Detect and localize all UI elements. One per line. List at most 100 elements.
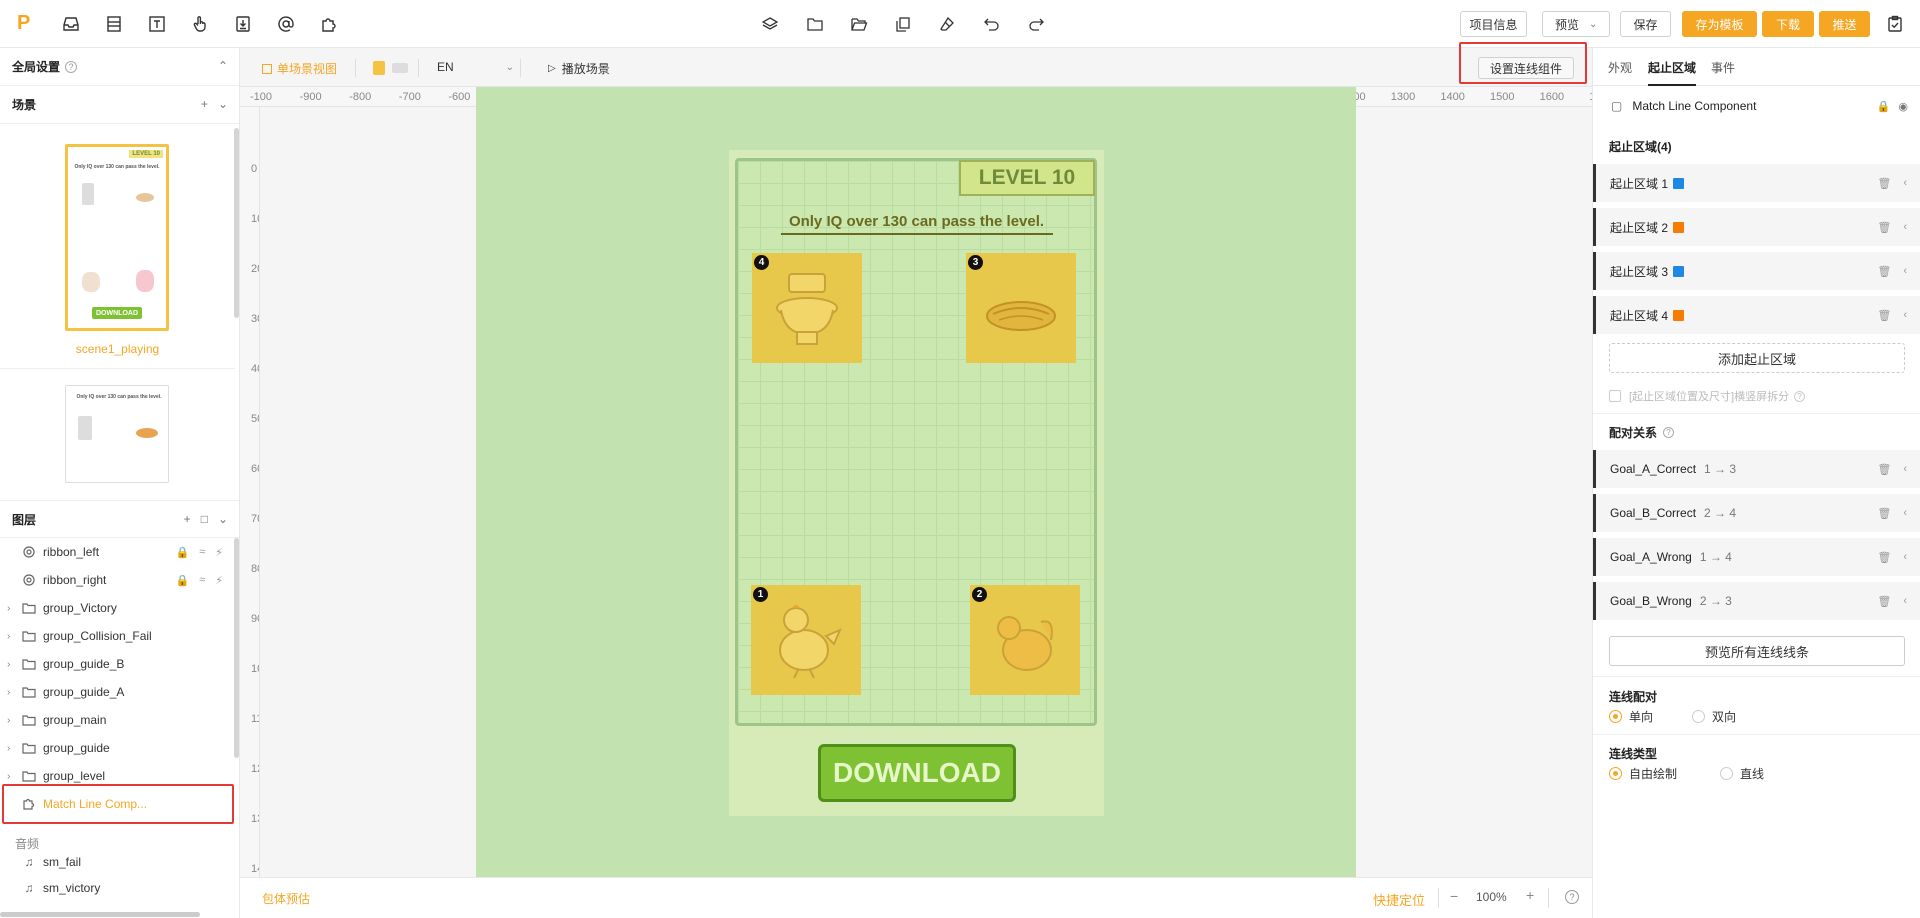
collapse-icon[interactable]: ⌃ [218, 59, 228, 73]
project-info-button[interactable]: 项目信息 [1460, 11, 1527, 37]
global-settings-header[interactable]: 全局设置 ? ⌃ [0, 48, 239, 86]
audio-item[interactable]: ♫ sm_victory [0, 874, 235, 902]
audio-item[interactable]: ♫ sm_fail [0, 848, 235, 876]
layers-scrollbar[interactable] [234, 538, 239, 758]
help-icon[interactable]: ? [1794, 390, 1806, 402]
trash-icon[interactable]: 🗑 [1877, 177, 1891, 190]
add-scene-icon[interactable]: + [201, 97, 208, 111]
layer-item[interactable]: › group_Collision_Fail [0, 622, 235, 650]
language-select[interactable]: EN ⌄ [437, 60, 514, 74]
zone-row[interactable]: 起止区域 3 🗑 ‹ [1593, 252, 1920, 290]
radio-two-way[interactable]: 双向 [1692, 708, 1736, 725]
game-preview[interactable]: LEVEL 10 Only IQ over 130 can pass the l… [729, 150, 1104, 816]
chevron-right-icon[interactable]: › [7, 687, 17, 698]
add-zone-button[interactable]: 添加起止区域 [1609, 343, 1905, 373]
single-scene-view-button[interactable]: 单场景视图 [262, 60, 337, 77]
tab-events[interactable]: 事件 [1711, 59, 1735, 76]
layer-item[interactable]: › group_guide_B [0, 650, 235, 678]
color-swatch-orange[interactable] [373, 61, 385, 75]
layer-item[interactable]: › group_main [0, 706, 235, 734]
at-sign-icon[interactable] [276, 14, 296, 34]
chevron-left-icon[interactable]: ‹ [1903, 463, 1907, 476]
chevron-left-icon[interactable]: ‹ [1903, 265, 1907, 278]
zone-row[interactable]: 起止区域 1 🗑 ‹ [1593, 164, 1920, 202]
folder-icon[interactable]: □ [201, 512, 208, 526]
text-icon[interactable] [147, 14, 167, 34]
add-layer-icon[interactable]: + [184, 512, 191, 526]
puzzle-icon[interactable] [319, 14, 339, 34]
pair-row[interactable]: Goal_B_Correct 2 → 4 🗑 ‹ [1593, 494, 1920, 532]
bolt-icon[interactable]: ⚡ [215, 574, 223, 587]
horizontal-scrollbar[interactable] [0, 912, 200, 917]
scene-thumbnail[interactable]: Only IQ over 130 can pass the level. [65, 385, 169, 483]
touch-icon[interactable] [190, 14, 210, 34]
preview-lines-button[interactable]: 预览所有连线线条 [1609, 636, 1905, 666]
chevron-right-icon[interactable]: › [7, 743, 17, 754]
package-estimate-link[interactable]: 包体预估 [262, 890, 310, 907]
preview-dropdown[interactable]: 预览 ⌄ [1542, 11, 1610, 37]
pair-row[interactable]: Goal_A_Correct 1 → 3 🗑 ‹ [1593, 450, 1920, 488]
tab-zones[interactable]: 起止区域 [1648, 59, 1696, 76]
trash-icon[interactable]: 🗑 [1877, 309, 1891, 322]
zoom-out-button[interactable]: − [1450, 888, 1458, 904]
layer-item[interactable]: › group_guide [0, 734, 235, 762]
lock-icon[interactable]: 🔒 [176, 546, 190, 559]
trash-icon[interactable]: 🗑 [1877, 507, 1891, 520]
layers-icon[interactable] [760, 14, 780, 34]
source-slot-hen[interactable]: 2 [970, 585, 1080, 695]
lock-icon[interactable]: 🔒 [1877, 100, 1891, 113]
zoom-in-button[interactable]: + [1526, 887, 1534, 903]
help-icon[interactable]: ? [1565, 890, 1579, 904]
inbox-icon[interactable] [61, 14, 81, 34]
chevron-down-icon[interactable]: ⌄ [218, 97, 228, 111]
copy-icon[interactable] [893, 14, 913, 34]
push-button[interactable]: 推送 [1819, 11, 1870, 37]
document-icon[interactable] [233, 14, 253, 34]
trash-icon[interactable]: 🗑 [1877, 221, 1891, 234]
folder-open-icon[interactable] [849, 14, 869, 34]
color-swatch-gray[interactable] [392, 63, 408, 73]
eye-off-icon[interactable]: ≈ [199, 546, 205, 559]
download-button[interactable]: 下载 [1762, 11, 1814, 37]
chevron-right-icon[interactable]: › [7, 659, 17, 670]
clipboard-check-icon[interactable] [1885, 14, 1905, 34]
quick-locate-link[interactable]: 快捷定位 [1373, 890, 1425, 909]
layout-icon[interactable] [104, 14, 124, 34]
layer-item[interactable]: ribbon_right 🔒 ≈ ⚡ [0, 566, 235, 594]
trash-icon[interactable]: 🗑 [1877, 595, 1891, 608]
zone-row[interactable]: 起止区域 4 🗑 ‹ [1593, 296, 1920, 334]
pair-row[interactable]: Goal_B_Wrong 2 → 3 🗑 ‹ [1593, 582, 1920, 620]
target-slot-toilet[interactable]: 4 [752, 253, 862, 363]
chevron-left-icon[interactable]: ‹ [1903, 551, 1907, 564]
lock-icon[interactable]: 🔒 [176, 574, 190, 587]
eye-icon[interactable]: ◉ [1898, 100, 1908, 113]
target-slot-nest[interactable]: 3 [966, 253, 1076, 363]
radio-one-way[interactable]: 单向 [1609, 708, 1653, 725]
scene-thumbnail[interactable]: LEVEL 10 Only IQ over 130 can pass the l… [65, 144, 169, 331]
zone-row[interactable]: 起止区域 2 🗑 ‹ [1593, 208, 1920, 246]
play-scene-button[interactable]: ▷ 播放场景 [548, 60, 610, 77]
eye-off-icon[interactable]: ≈ [199, 574, 205, 587]
layer-item[interactable]: ribbon_left 🔒 ≈ ⚡ [0, 538, 235, 566]
scene-name[interactable]: scene1_playing [0, 342, 235, 356]
save-button[interactable]: 保存 [1620, 11, 1671, 37]
chevron-left-icon[interactable]: ‹ [1903, 221, 1907, 234]
chevron-right-icon[interactable]: › [7, 715, 17, 726]
help-icon[interactable]: ? [1663, 427, 1675, 438]
folder-icon[interactable] [805, 14, 825, 34]
chevron-right-icon[interactable]: › [7, 603, 17, 614]
chevron-left-icon[interactable]: ‹ [1903, 507, 1907, 520]
tab-appearance[interactable]: 外观 [1608, 59, 1632, 76]
pair-row[interactable]: Goal_A_Wrong 1 → 4 🗑 ‹ [1593, 538, 1920, 576]
trash-icon[interactable]: 🗑 [1877, 551, 1891, 564]
scene-scrollbar[interactable] [234, 128, 239, 318]
chevron-right-icon[interactable]: › [7, 771, 17, 782]
chevron-down-icon[interactable]: ⌄ [218, 512, 228, 526]
radio-straight[interactable]: 直线 [1720, 765, 1764, 782]
trash-icon[interactable]: 🗑 [1877, 463, 1891, 476]
checkbox[interactable] [1609, 390, 1621, 402]
undo-icon[interactable] [982, 14, 1002, 34]
help-icon[interactable]: ? [65, 60, 78, 73]
clear-icon[interactable] [937, 14, 957, 34]
chevron-left-icon[interactable]: ‹ [1903, 309, 1907, 322]
